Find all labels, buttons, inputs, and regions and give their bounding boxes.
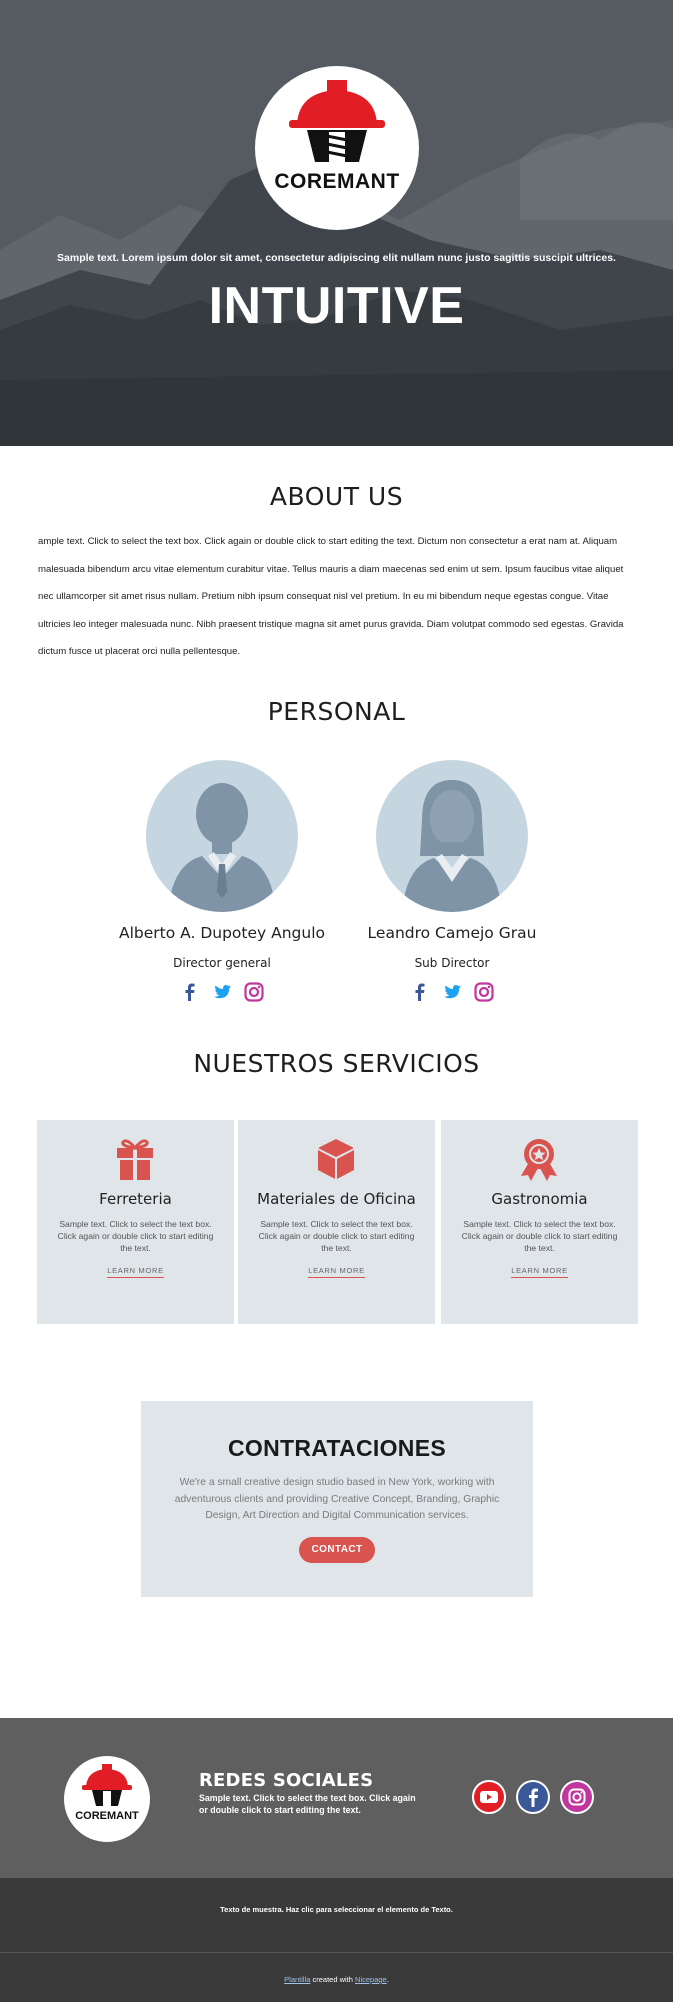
youtube-icon[interactable] bbox=[472, 1780, 506, 1814]
contract-title: CONTRATACIONES bbox=[227, 1435, 446, 1461]
services-title: NUESTROS SERVICIOS bbox=[193, 1049, 480, 1078]
footer-credit: Plantilla created with Nicepage. bbox=[0, 1952, 673, 2002]
contract-text: We're a small creative design studio bas… bbox=[174, 1477, 500, 1521]
person-role: Sub Director bbox=[414, 956, 490, 970]
learn-more-link[interactable]: LEARN MORE bbox=[37, 1266, 234, 1278]
male-avatar-icon bbox=[168, 783, 276, 912]
logo[interactable]: COREMANT bbox=[255, 66, 419, 230]
facebook-icon[interactable] bbox=[409, 981, 431, 1003]
hero-sample-text: Sample text. Lorem ipsum dolor sit amet,… bbox=[57, 252, 616, 264]
avatar bbox=[376, 760, 528, 912]
helmet-icon bbox=[82, 1764, 132, 1806]
twitter-icon[interactable] bbox=[441, 981, 463, 1003]
person-card: Alberto A. Dupotey Angulo Director gener… bbox=[107, 760, 337, 1004]
social-sample-text: Sample text. Click to select the text bo… bbox=[199, 1793, 416, 1815]
service-text: Sample text. Click to select the text bo… bbox=[258, 1219, 415, 1253]
credit-end: . bbox=[386, 1975, 389, 1984]
person-name: Alberto A. Dupotey Angulo bbox=[118, 924, 325, 942]
contract-section: CONTRATACIONES We're a small creative de… bbox=[141, 1401, 533, 1597]
learn-more-link[interactable]: LEARN MORE bbox=[441, 1266, 638, 1278]
footer-logo-text: COREMANT bbox=[75, 1810, 139, 1822]
facebook-icon[interactable] bbox=[179, 981, 201, 1003]
contact-button[interactable]: CONTACT bbox=[299, 1537, 375, 1563]
avatar bbox=[146, 760, 298, 912]
twitter-icon[interactable] bbox=[211, 981, 233, 1003]
hero-section: COREMANT Sample text. Lorem ipsum dolor … bbox=[0, 0, 673, 446]
personal-title: PERSONAL bbox=[267, 697, 406, 726]
instagram-icon[interactable] bbox=[243, 981, 265, 1003]
footer-logo[interactable]: COREMANT bbox=[64, 1756, 150, 1842]
footer-note-section: Texto de muestra. Haz clic para seleccio… bbox=[0, 1878, 673, 1952]
instagram-icon[interactable] bbox=[473, 981, 495, 1003]
service-title: Gastronomia bbox=[491, 1190, 588, 1208]
service-card: Gastronomia Sample text. Click to select… bbox=[441, 1120, 638, 1324]
about-text: ample text. Click to select the text box… bbox=[38, 536, 624, 657]
person-name: Leandro Camejo Grau bbox=[367, 924, 537, 942]
about-title: ABOUT US bbox=[269, 482, 404, 511]
service-card: Materiales de Oficina Sample text. Click… bbox=[238, 1120, 435, 1324]
template-link[interactable]: Plantilla bbox=[284, 1975, 310, 1984]
instagram-icon[interactable] bbox=[560, 1780, 594, 1814]
person-role: Director general bbox=[173, 956, 271, 970]
footer-note: Texto de muestra. Haz clic para seleccio… bbox=[220, 1905, 453, 1914]
credit-middle: created with bbox=[310, 1975, 356, 1984]
logo-text: COREMANT bbox=[274, 170, 400, 193]
female-avatar-icon bbox=[402, 780, 502, 912]
service-title: Ferreteria bbox=[99, 1190, 172, 1208]
footer-social-section: COREMANT REDES SOCIALES Sample text. Cli… bbox=[0, 1718, 673, 1878]
person-card: Leandro Camejo Grau Sub Director bbox=[337, 760, 567, 1004]
person-socials bbox=[337, 980, 567, 1004]
social-heading: REDES SOCIALES bbox=[199, 1770, 374, 1791]
service-text: Sample text. Click to select the text bo… bbox=[461, 1219, 618, 1253]
nicepage-link[interactable]: Nicepage bbox=[355, 1975, 387, 1984]
person-socials bbox=[107, 980, 337, 1004]
service-card: Ferreteria Sample text. Click to select … bbox=[37, 1120, 234, 1324]
helmet-icon bbox=[289, 80, 385, 162]
service-text: Sample text. Click to select the text bo… bbox=[57, 1219, 214, 1253]
cube-icon bbox=[318, 1139, 354, 1179]
learn-more-link[interactable]: LEARN MORE bbox=[238, 1266, 435, 1278]
award-icon bbox=[521, 1139, 557, 1181]
facebook-icon[interactable] bbox=[516, 1780, 550, 1814]
service-title: Materiales de Oficina bbox=[257, 1190, 416, 1208]
gift-icon bbox=[117, 1139, 153, 1180]
hero-title: INTUITIVE bbox=[208, 277, 465, 335]
credit-text: Plantilla created with Nicepage. bbox=[0, 1975, 673, 1984]
